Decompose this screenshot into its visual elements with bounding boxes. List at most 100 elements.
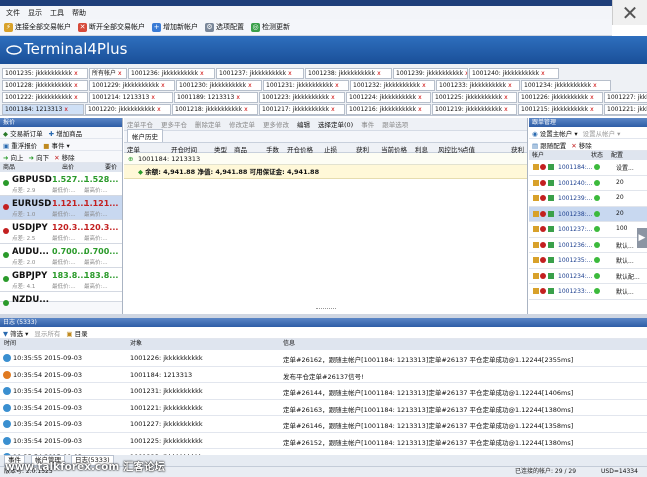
close-tab-icon[interactable]: x [248, 82, 252, 89]
account-tab[interactable]: 1001214: 1213313 x [89, 92, 173, 103]
account-tab[interactable]: 1001221: jkkkkkkkkkkx [604, 104, 647, 115]
close-icon[interactable]: ✕ [612, 0, 647, 25]
account-tab[interactable]: 1001215: jkkkkkkkkkk x [518, 104, 603, 115]
copy-account-row[interactable]: 1001233:... 默认... [529, 284, 647, 300]
close-tab-icon[interactable]: x [422, 82, 426, 89]
add-account-button[interactable]: + 增加新帐户 [152, 22, 198, 32]
close-tab-icon[interactable]: x [504, 94, 508, 101]
quote-row[interactable]: GBPUSD 点差: 2.9 1.527... 1.528... 最低价:... 最高价:… [0, 172, 122, 196]
account-tab[interactable]: 1001223: jkkkkkkkkkk x [259, 92, 345, 103]
account-tab[interactable]: 1001234: jkkkkkkkkkk x [521, 80, 611, 91]
close-tab-icon[interactable]: x [64, 106, 68, 113]
events-button[interactable]: 事件 [361, 119, 374, 129]
account-tab[interactable]: 1001224: jkkkkkkkkkk x [346, 92, 431, 103]
close-tab-icon[interactable]: x [118, 70, 122, 77]
move-up-button[interactable]: ➜ 向上 [3, 152, 24, 162]
menu-help[interactable]: 帮助 [72, 8, 86, 18]
log-row[interactable]: 10:35:54 2015-09-03 1001221: jkkkkkkkkkk 定… [0, 400, 647, 416]
close-tab-icon[interactable]: x [331, 94, 335, 101]
menu-tools[interactable]: 工具 [50, 8, 64, 18]
copy-options-button[interactable]: 跟单选项 [382, 119, 408, 129]
log-row[interactable]: 10:35:54 2015-09-03 1001227: jkkkkkkkkkk 定… [0, 416, 647, 433]
new-order-button[interactable]: ◆ 交易新订单 [3, 128, 43, 138]
close-tab-icon[interactable]: x [151, 94, 155, 101]
account-tab[interactable]: 1001219: jkkkkkkkkkk x [432, 104, 517, 115]
account-tab[interactable]: 1001232: jkkkkkkkkkk x [350, 80, 435, 91]
close-tab-icon[interactable]: x [74, 70, 78, 77]
close-tab-icon[interactable]: x [236, 94, 240, 101]
copy-account-row[interactable]: 1001240:... 20 [529, 176, 647, 191]
close-tab-icon[interactable]: x [590, 94, 594, 101]
close-tab-icon[interactable]: x [593, 82, 597, 89]
account-tab[interactable]: 1001226: jkkkkkkkkkk x [518, 92, 603, 103]
menu-file[interactable]: 文件 [6, 8, 20, 18]
quote-row[interactable]: NZDU... [0, 292, 122, 306]
account-tab[interactable]: 1001216: jkkkkkkkkkk x [346, 104, 431, 115]
close-tab-icon[interactable]: x [161, 82, 165, 89]
events-dropdown[interactable]: ■ 事件 ▾ [43, 140, 70, 150]
close-tab-icon[interactable]: x [590, 106, 594, 113]
directory-button[interactable]: ▣ 目录 [66, 328, 87, 338]
close-tab-icon[interactable]: x [288, 70, 292, 77]
account-tab[interactable]: 1001231: jkkkkkkkkkk x [263, 80, 349, 91]
close-tab-icon[interactable]: x [157, 106, 161, 113]
menu-view[interactable]: 显示 [28, 8, 42, 18]
account-tab[interactable]: 1001233: jkkkkkkkkkk x [436, 80, 520, 91]
remove-slave-button[interactable]: ✕ 移除 [571, 140, 592, 150]
filter-button[interactable]: ▼ 筛选 ▾ [3, 328, 28, 338]
options-button[interactable]: ⚙ 选项配置 [205, 22, 244, 32]
quote-row[interactable]: EURUSD 点差: 1.0 1.121... 1.121... 最低价:... 最高价:… [0, 196, 122, 220]
select-orders-button[interactable]: 选择定单(0) [318, 119, 353, 129]
account-tab[interactable]: 1001238: jkkkkkkkkkk x [305, 68, 392, 79]
copy-account-row[interactable]: 1001234:... 默认配... [529, 269, 647, 284]
log-row[interactable]: 10:35:54 2015-09-03 1001184: 1213313 发布平仓定… [0, 367, 647, 383]
copy-account-row[interactable]: 1001237:... 100 [529, 222, 647, 238]
remove-button[interactable]: ✕ 移除 [54, 152, 75, 162]
close-tab-icon[interactable]: x [508, 82, 512, 89]
copy-config-button[interactable]: ▤ 跟随配置 [532, 140, 566, 150]
quote-row[interactable]: AUDU... 点差: 2.0 0.700... 0.700... 最低价:... 最高价… [0, 244, 122, 268]
more-modify-button[interactable]: 更多修改 [263, 119, 289, 129]
account-tab[interactable]: 1001229: jkkkkkkkkkk x [89, 80, 175, 91]
account-tab[interactable]: 1001222: jkkkkkkkkkk x [2, 92, 88, 103]
disconnect-all-button[interactable]: ✕ 断开全部交易帐户 [78, 22, 145, 32]
close-tab-icon[interactable]: x [335, 82, 339, 89]
close-tab-icon[interactable]: x [504, 106, 508, 113]
copy-account-row[interactable]: 1001236:... 默认... [529, 238, 647, 253]
connect-all-button[interactable]: ⚡ 连接全部交易帐户 [4, 22, 71, 32]
tab-account-history[interactable]: 帐户历史 [127, 129, 163, 142]
account-tab[interactable]: 所有帐户 x [89, 68, 127, 79]
log-row[interactable]: 10:35:54 2015-09-03 1001225: jkkkkkkkkkk 定… [0, 433, 647, 449]
account-tab[interactable]: 1001220: jkkkkkkkkkk x [85, 104, 171, 115]
check-update-button[interactable]: ◎ 检测更新 [251, 22, 290, 32]
close-tab-icon[interactable]: x [377, 70, 381, 77]
copy-account-row[interactable]: 1001184:... 设置... [529, 160, 647, 176]
account-tab[interactable]: 1001240: jkkkkkkkkkk x [469, 68, 559, 79]
account-tab[interactable]: 1001218: jkkkkkkkkkk x [172, 104, 258, 115]
modify-order-button[interactable]: 修改定单 [229, 119, 255, 129]
close-tab-icon[interactable]: x [74, 82, 78, 89]
account-tab[interactable]: 1001225: jkkkkkkkkkk x [432, 92, 517, 103]
add-symbol-button[interactable]: ✚ 增加商品 [49, 128, 83, 138]
copy-account-row[interactable]: 1001239:... 20 [529, 191, 647, 207]
log-row[interactable]: 10:35:55 2015-09-03 1001226: jkkkkkkkkkk 定… [0, 350, 647, 367]
set-master-button[interactable]: ◉ 设置主帐户 ▾ [532, 128, 578, 138]
quote-row[interactable]: USDJPY 点差: 2.5 120.3... 120.3... 最低价:... 最高价:… [0, 220, 122, 244]
close-tab-icon[interactable]: x [244, 106, 248, 113]
close-tab-icon[interactable]: x [465, 70, 467, 77]
close-tab-icon[interactable]: x [74, 94, 78, 101]
account-tab[interactable]: 1001227: jkkkkkkkkkkx [604, 92, 647, 103]
account-tab[interactable]: 1001189: 1213313 x [174, 92, 258, 103]
close-order-button[interactable]: 定单平仓 [127, 119, 153, 129]
account-tab[interactable]: 1001184: 1213313 x [2, 104, 84, 115]
edit-button[interactable]: 编辑 [297, 119, 310, 129]
quote-row[interactable]: GBPJPY 点差: 4.1 183.8... 183.8... 最低价:... 最高价:… [0, 268, 122, 292]
chevron-right-icon[interactable]: ▶ [637, 228, 647, 248]
account-tab[interactable]: 1001230: jkkkkkkkkkk x [176, 80, 262, 91]
close-tab-icon[interactable]: x [200, 70, 204, 77]
account-tab[interactable]: 1001239: jkkkkkkkkkkx [393, 68, 468, 79]
move-down-button[interactable]: ➜ 向下 [29, 152, 50, 162]
show-all-button[interactable]: 显示所有 [34, 328, 60, 338]
more-close-button[interactable]: 更多平仓 [161, 119, 187, 129]
close-tab-icon[interactable]: x [541, 70, 545, 77]
